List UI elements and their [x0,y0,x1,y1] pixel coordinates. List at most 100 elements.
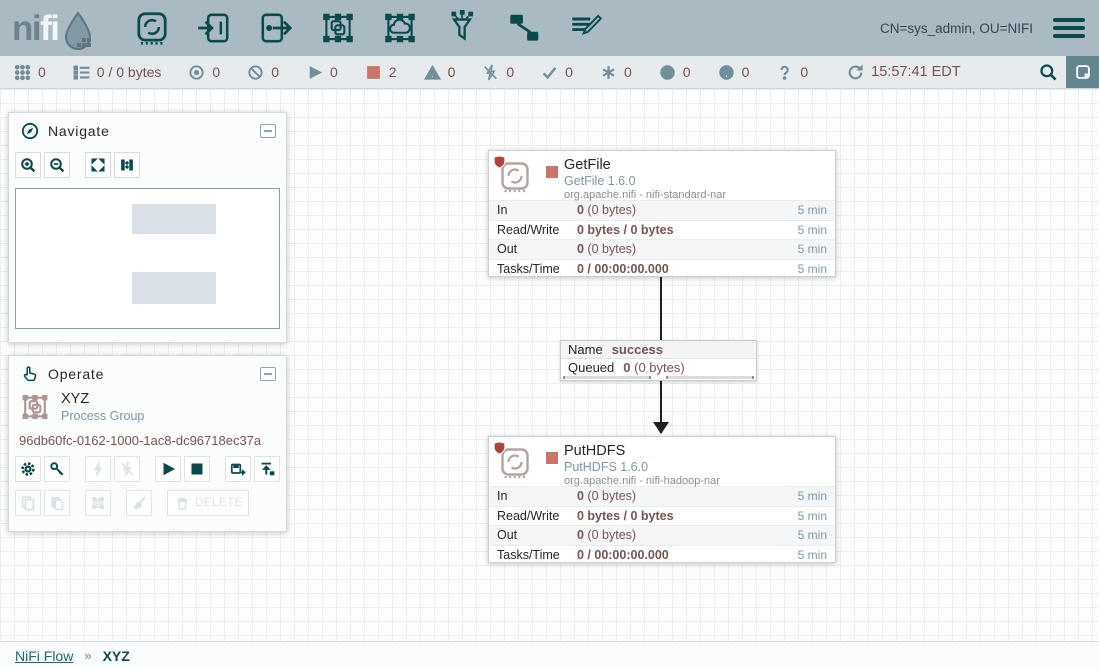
change-color-button[interactable] [126,490,152,516]
run-status-stopped-icon [546,452,558,464]
connection-name-key: Name [568,342,603,357]
status-refresh: 15:57:41 EDT [847,64,960,81]
start-button[interactable] [155,456,181,482]
navigate-toolbar [15,152,286,178]
upload-template-icon [259,461,275,477]
enable-button[interactable] [85,456,111,482]
group-button[interactable] [85,490,111,516]
flow-canvas[interactable]: Navigate [0,89,1099,641]
status-count: 0 [565,64,573,80]
transmitting-icon [188,64,205,81]
restricted-shield-icon [493,155,506,169]
label-icon[interactable] [567,9,605,47]
remote-process-group-icon[interactable] [381,9,419,47]
status-running: 0 [306,64,338,81]
processor-header: GetFile GetFile 1.6.0 org.apache.nifi - … [489,151,835,200]
component-name: XYZ [61,391,144,407]
connection-label[interactable]: Name success Queued 0 (0 bytes) [560,340,757,381]
global-menu-button[interactable] [1053,18,1085,39]
connection-queued-row: Queued 0 (0 bytes) [561,359,756,377]
component-toolbar [133,9,605,47]
zoom-out-button[interactable] [44,152,70,178]
breadcrumb-root-link[interactable]: NiFi Flow [15,648,73,664]
navigate-collapse-button[interactable] [260,124,276,138]
stat-window: 5 min [798,489,827,503]
zoom-in-button[interactable] [15,152,41,178]
operate-title: Operate [48,366,104,382]
note-icon [1074,63,1092,81]
gear-icon [20,461,36,477]
template-icon[interactable] [505,9,543,47]
status-count: 0 [800,64,808,80]
status-bar-right [1030,56,1099,88]
refresh-icon[interactable] [847,64,864,81]
stat-label: Tasks/Time [497,262,577,276]
operate-panel: Operate XYZ Process Group [8,355,287,532]
navigate-title: Navigate [48,123,110,139]
save-template-button[interactable] [225,456,251,482]
stat-label: Read/Write [497,509,577,523]
processor-name: PutHDFS [564,443,720,459]
bulletin-board-button[interactable] [1066,56,1099,88]
flash-icon [90,461,106,477]
stat-window: 5 min [798,509,827,523]
processor-type-version: PutHDFS 1.6.0 [564,460,720,474]
access-policies-button[interactable] [44,456,70,482]
navigate-header: Navigate [9,113,286,146]
connection-name-row: Name success [561,341,756,359]
stop-button[interactable] [184,456,210,482]
run-status-stopped-icon [546,166,558,178]
zoom-fit-button[interactable] [85,152,111,178]
stat-label: In [497,203,577,217]
birdseye-minimap[interactable] [15,188,280,329]
app-header: nifi [0,0,1099,56]
arrow-up-circle-icon [659,64,676,81]
copy-button[interactable] [15,490,41,516]
minimap-processor-rect [132,204,216,234]
minimap-processor-rect [132,272,216,304]
running-play-icon [306,64,323,81]
stat-window: 5 min [798,242,827,256]
processor-titles: GetFile GetFile 1.6.0 org.apache.nifi - … [564,157,726,201]
paste-button[interactable] [44,490,70,516]
stat-window: 5 min [798,548,827,562]
disable-button[interactable] [114,456,140,482]
group-selection-icon [90,495,106,511]
status-active-threads: 0 [14,64,46,81]
navigate-panel: Navigate [8,112,287,343]
processor-type-version: GetFile 1.6.0 [564,174,726,188]
status-locally-modified-stale: 0 [718,64,750,81]
search-icon [1039,63,1058,82]
component-id: 96db60fc-0162-1000-1ac8-dc96718ec37a [9,423,286,448]
upload-template-button[interactable] [254,456,280,482]
stat-label: Read/Write [497,223,577,237]
paint-brush-icon [131,495,147,511]
funnel-icon[interactable] [443,9,481,47]
check-icon [541,64,558,81]
processor-icon[interactable] [133,9,171,47]
nifi-logo-text: nifi [12,11,59,46]
connection-name-value: success [612,342,663,357]
status-not-transmitting: 0 [247,64,279,81]
stat-window: 5 min [798,223,827,237]
output-port-icon[interactable] [257,9,295,47]
key-icon [49,461,65,477]
processor-getfile[interactable]: GetFile GetFile 1.6.0 org.apache.nifi - … [488,150,836,277]
component-names: XYZ Process Group [61,391,144,423]
stat-value: 0 (0 bytes) [577,242,798,256]
zoom-actual-size-button[interactable] [114,152,140,178]
search-button[interactable] [1030,56,1066,88]
input-port-icon[interactable] [195,9,233,47]
hand-pointer-icon [21,365,39,383]
asterisk-icon [600,64,617,81]
restricted-shield-icon [493,441,506,455]
stat-value: 0 / 00:00:00.000 [577,548,798,562]
delete-button[interactable]: DELETE [167,490,249,516]
status-count: 2 [389,64,397,80]
configuration-button[interactable] [15,456,41,482]
process-group-icon[interactable] [319,9,357,47]
stat-window: 5 min [798,203,827,217]
operate-collapse-button[interactable] [260,367,276,381]
processor-puthdfs[interactable]: PutHDFS PutHDFS 1.6.0 org.apache.nifi - … [488,436,836,563]
status-count: 0 [38,64,46,80]
